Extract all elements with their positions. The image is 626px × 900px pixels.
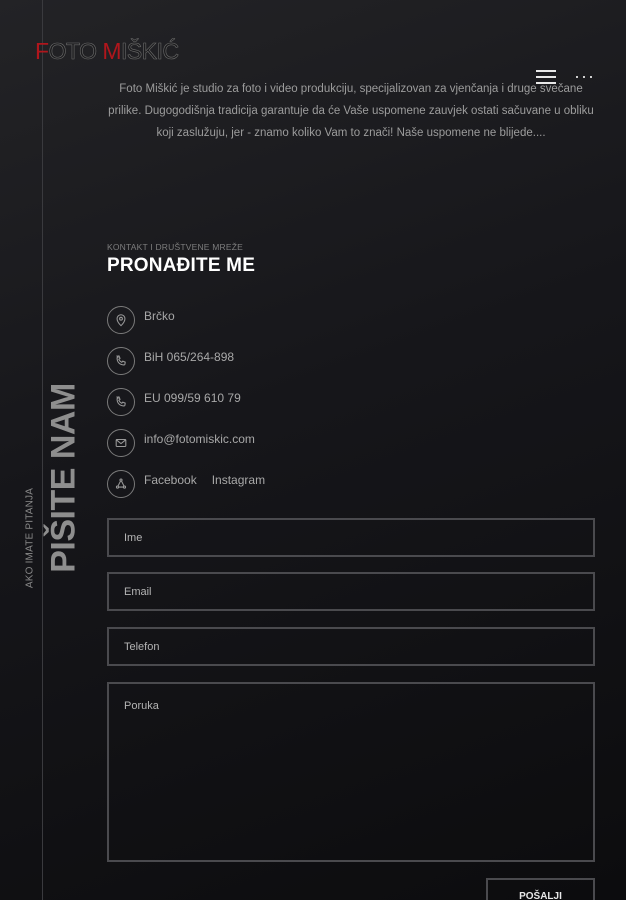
logo-text-miskic: IŠKIĆ: [121, 38, 180, 65]
intro-text: Foto Miškić je studio za foto i video pr…: [108, 83, 594, 139]
phone-field[interactable]: [107, 627, 595, 666]
submit-button[interactable]: POŠALJI: [486, 878, 595, 900]
name-field[interactable]: [107, 518, 595, 557]
logo-text-foto: OTO: [48, 38, 97, 65]
side-divider-line: [42, 0, 43, 900]
contact-email-text[interactable]: info@fotomiskic.com: [144, 432, 255, 446]
side-title: PIŠITE NAM: [44, 383, 83, 573]
contact-phone-eu-text[interactable]: EU 099/59 610 79: [144, 391, 241, 405]
contact-item-phone-eu[interactable]: EU 099/59 610 79: [107, 388, 241, 416]
instagram-link[interactable]: Instagram: [212, 473, 265, 487]
facebook-link[interactable]: Facebook: [144, 473, 197, 487]
mail-icon: [107, 429, 135, 457]
contact-kicker: KONTAKT I DRUŠTVENE MREŽE: [107, 242, 243, 252]
phone-icon: [107, 388, 135, 416]
location-pin-icon: [107, 306, 135, 334]
contact-phone-bih-text[interactable]: BiH 065/264-898: [144, 350, 234, 364]
logo-letter-m: M: [102, 38, 122, 64]
contact-item-email[interactable]: info@fotomiskic.com: [107, 429, 255, 457]
logo-letter-f: F: [35, 38, 49, 64]
message-field[interactable]: [107, 682, 595, 862]
contact-item-phone-bih[interactable]: BiH 065/264-898: [107, 347, 234, 375]
phone-icon: [107, 347, 135, 375]
contact-item-social: Facebook Instagram: [107, 470, 265, 498]
side-subtitle: AKO IMATE PITANJA: [24, 487, 36, 589]
share-icon: [107, 470, 135, 498]
contact-item-location: Brčko: [107, 306, 175, 334]
logo[interactable]: FOTO MIŠKIĆ: [35, 38, 179, 65]
email-field[interactable]: [107, 572, 595, 611]
contact-heading: PRONAĐITE ME: [107, 255, 256, 276]
contact-location-text: Brčko: [144, 309, 175, 323]
